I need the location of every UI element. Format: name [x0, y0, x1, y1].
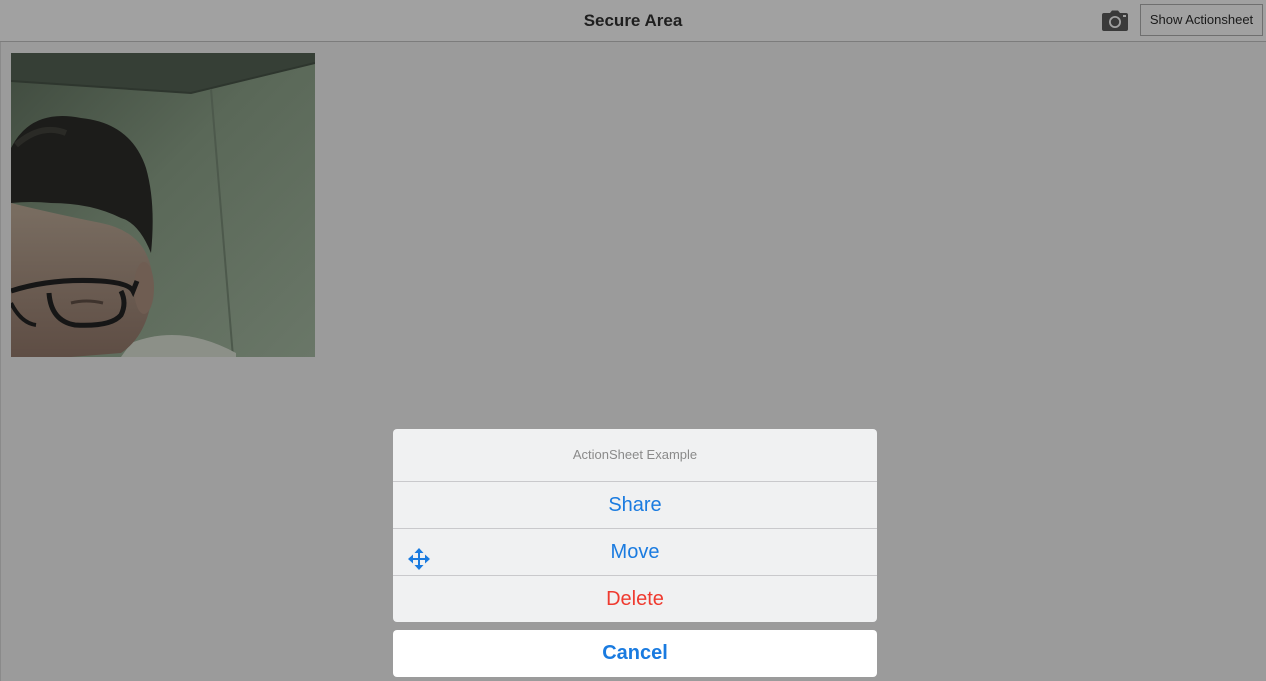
move-label: Move	[610, 541, 660, 563]
camera-preview-image	[11, 53, 315, 357]
move-button[interactable]: Move	[393, 529, 877, 576]
delete-label: Delete	[606, 588, 664, 610]
action-sheet: ActionSheet Example Share Move Delete	[393, 429, 877, 622]
share-button[interactable]: Share	[393, 482, 877, 529]
cancel-button[interactable]: Cancel	[393, 630, 877, 677]
move-arrows-icon	[408, 541, 430, 570]
left-divider	[0, 42, 1, 681]
navigation-bar: Secure Area Show Actionsheet	[0, 0, 1266, 42]
page-title: Secure Area	[583, 11, 683, 30]
show-actionsheet-button[interactable]: Show Actionsheet	[1140, 4, 1263, 36]
share-label: Share	[608, 494, 662, 516]
camera-icon[interactable]	[1101, 10, 1129, 32]
action-sheet-title: ActionSheet Example	[393, 429, 877, 482]
delete-button[interactable]: Delete	[393, 576, 877, 622]
cancel-label: Cancel	[602, 642, 668, 664]
